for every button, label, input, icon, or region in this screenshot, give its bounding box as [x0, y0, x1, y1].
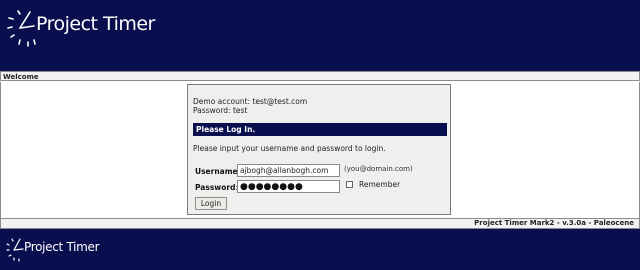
footer-title: Project Timer	[24, 240, 100, 254]
welcome-label: Welcome	[3, 73, 39, 81]
demo-password-text: Password: test	[193, 106, 248, 115]
page-header: Project Timer	[0, 0, 640, 71]
app-title: Project Timer	[36, 13, 155, 35]
version-text: Project Timer Mark2 - v.3.0a - Paleocene	[474, 219, 634, 227]
password-input[interactable]: ●●●●●●●●	[237, 180, 340, 193]
footer-logo[interactable]: Project Timer	[4, 234, 124, 264]
login-panel: Demo account: test@test.com Password: te…	[187, 84, 451, 215]
remember-checkbox[interactable]	[346, 181, 353, 188]
login-button[interactable]: Login	[195, 197, 227, 210]
demo-account-text: Demo account: test@test.com	[193, 97, 308, 106]
login-title-bar: Please Log In.	[193, 123, 447, 136]
login-title: Please Log In.	[196, 125, 256, 134]
username-input[interactable]: ajbogh@allanbogh.com	[237, 164, 340, 177]
username-label: Username:	[195, 167, 240, 176]
username-hint: (you@domain.com)	[344, 165, 413, 173]
header-logo[interactable]: Project Timer	[4, 4, 184, 50]
version-bar: Project Timer Mark2 - v.3.0a - Paleocene	[0, 218, 640, 229]
password-label: Password:	[195, 183, 238, 192]
login-instructions: Please input your username and password …	[193, 144, 386, 153]
password-mask: ●●●●●●●●	[240, 182, 303, 192]
username-value: ajbogh@allanbogh.com	[240, 166, 329, 175]
remember-label: Remember	[359, 180, 401, 189]
welcome-bar: Welcome	[0, 71, 640, 81]
page-footer: Project Timer	[0, 229, 640, 270]
